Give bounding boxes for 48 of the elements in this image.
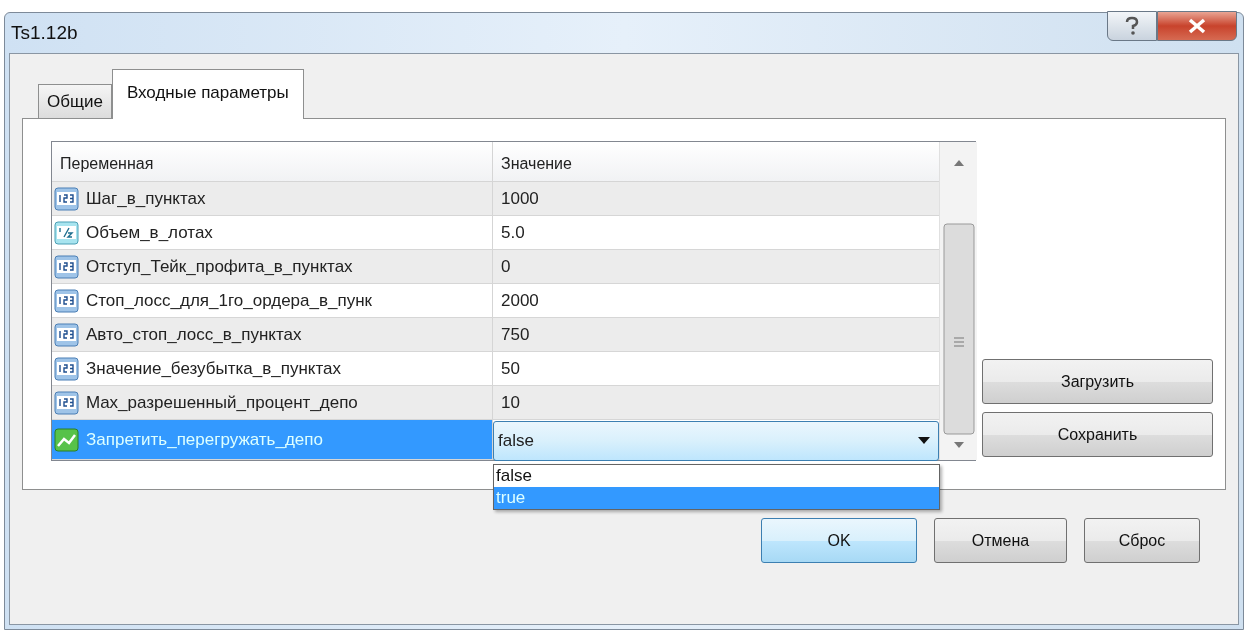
parameter-name: Значение_безубытка_в_пунктах bbox=[86, 357, 341, 380]
load-button[interactable]: Загрузить bbox=[982, 359, 1213, 404]
type-icon bbox=[54, 321, 80, 348]
parameter-row[interactable]: Стоп_лосс_для_1го_ордера_в_пунк bbox=[52, 284, 493, 317]
parameter-row[interactable]: Объем_в_лотах bbox=[52, 216, 493, 249]
caret-icon bbox=[918, 437, 930, 444]
parameter-name: Max_разрешенный_процент_депо bbox=[86, 391, 358, 414]
parameter-row[interactable]: Авто_стоп_лосс_в_пунктах bbox=[52, 318, 493, 351]
parameter-row[interactable]: Отступ_Тейк_профита_в_пунктах bbox=[52, 250, 493, 283]
tab[interactable]: Общие bbox=[38, 83, 112, 118]
parameter-value: 5.0 bbox=[501, 221, 525, 244]
parameter-value: 2000 bbox=[501, 289, 539, 312]
type-icon bbox=[54, 185, 80, 212]
tab[interactable]: Входные параметры bbox=[111, 68, 304, 119]
column-header: Переменная bbox=[52, 142, 493, 181]
parameter-value: 750 bbox=[501, 323, 530, 346]
type-icon bbox=[54, 355, 80, 382]
parameter-name: Объем_в_лотах bbox=[86, 221, 213, 244]
dialog-button[interactable]: Сброс bbox=[1084, 518, 1200, 563]
type-icon bbox=[54, 287, 80, 314]
parameter-value: 50 bbox=[501, 357, 520, 380]
dialog-button[interactable]: Отмена bbox=[934, 518, 1067, 563]
parameter-name: Авто_стоп_лосс_в_пунктах bbox=[86, 323, 302, 346]
parameter-name: Стоп_лосс_для_1го_ордера_в_пунк bbox=[86, 289, 372, 312]
parameter-name: Запретить_перегружать_депо bbox=[86, 428, 323, 451]
close-button[interactable] bbox=[1157, 11, 1237, 41]
help-icon bbox=[1123, 16, 1141, 36]
scrollbar[interactable] bbox=[939, 142, 977, 460]
type-icon bbox=[54, 219, 80, 246]
parameter-row[interactable]: Шаг_в_пунктах bbox=[52, 182, 493, 215]
parameter-value: 0 bbox=[501, 255, 511, 278]
help-button[interactable] bbox=[1107, 11, 1157, 41]
column-header: Значение bbox=[500, 154, 573, 174]
dropdown-option[interactable]: false bbox=[494, 465, 939, 487]
parameter-row[interactable]: Значение_безубытка_в_пунктах bbox=[52, 352, 493, 385]
type-icon bbox=[54, 253, 80, 280]
window-title: Ts1.12b bbox=[11, 20, 78, 45]
close-icon bbox=[1187, 18, 1207, 34]
parameter-value: 1000 bbox=[501, 187, 539, 210]
parameter-row[interactable]: Max_разрешенный_процент_депо bbox=[52, 386, 493, 419]
type-icon bbox=[54, 426, 80, 453]
save-button[interactable]: Сохранить bbox=[982, 412, 1213, 457]
parameter-name: Шаг_в_пунктах bbox=[86, 187, 206, 210]
type-icon bbox=[54, 389, 80, 416]
parameter-value: 10 bbox=[501, 391, 520, 414]
value-dropdown[interactable]: false bbox=[493, 420, 939, 461]
dialog-button[interactable]: OK bbox=[761, 518, 917, 563]
parameter-name: Отступ_Тейк_профита_в_пунктах bbox=[86, 255, 353, 278]
